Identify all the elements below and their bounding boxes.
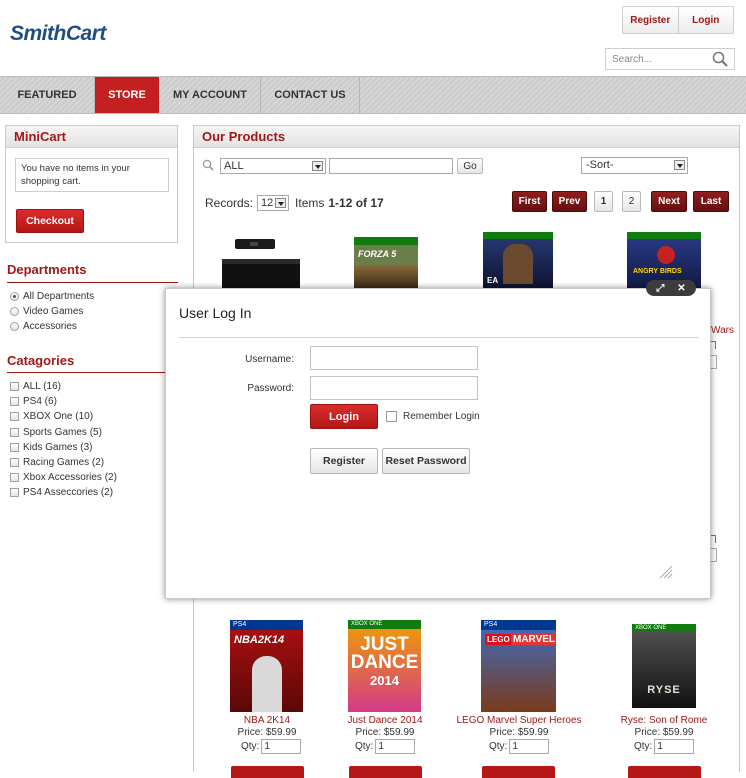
nav-contact-us[interactable]: CONTACT US xyxy=(262,77,358,113)
records-per-page-select[interactable]: 12 xyxy=(257,195,290,211)
add-to-cart-button[interactable] xyxy=(349,766,422,778)
records-control: Records: 12 Items 1-12 of 17 xyxy=(205,195,384,211)
chevron-down-icon xyxy=(312,161,323,171)
password-input[interactable] xyxy=(310,376,478,400)
qty-input[interactable]: 1 xyxy=(654,739,695,754)
product-image-ryse[interactable]: XBOX ONE RYSE xyxy=(632,624,696,708)
product-name[interactable]: NBA 2K14 xyxy=(202,715,332,726)
pager-page-1[interactable]: 1 xyxy=(594,191,613,212)
product-qty: Qty: 1 xyxy=(355,739,416,754)
category-all[interactable]: ALL (16) xyxy=(10,381,61,392)
product-image-madden[interactable]: EA xyxy=(483,232,553,288)
keyword-input[interactable] xyxy=(329,158,453,174)
minicart-empty-message: You have no items in your shopping cart. xyxy=(15,158,169,192)
product-image-forza-5[interactable]: FORZA 5 xyxy=(354,237,418,288)
login-link[interactable]: Login xyxy=(677,7,734,33)
minicart-panel: MiniCart You have no items in your shopp… xyxy=(5,125,178,243)
category-filter-select[interactable]: ALL xyxy=(220,158,326,174)
login-button[interactable]: Login xyxy=(310,404,378,429)
pager-first-button[interactable]: First xyxy=(512,191,547,212)
category-racing-games[interactable]: Racing Games (2) xyxy=(10,457,104,468)
account-links: Register Login xyxy=(622,6,734,34)
product-qty: Qty: 1 xyxy=(241,739,302,754)
add-to-cart-button[interactable] xyxy=(231,766,304,778)
departments-title: Departments xyxy=(7,262,87,277)
sort-select[interactable]: -Sort- xyxy=(581,157,688,174)
logo-smith-text: Smith xyxy=(10,22,66,45)
category-sports-games[interactable]: Sports Games (5) xyxy=(10,427,102,438)
category-ps4[interactable]: PS4 (6) xyxy=(10,396,57,407)
products-title: Our Products xyxy=(194,126,739,148)
product-image-nba-2k14[interactable]: PS4 NBA2K14 xyxy=(230,620,303,712)
pager-last-button[interactable]: Last xyxy=(693,191,729,212)
partial-product-name: Wars xyxy=(711,325,734,336)
resize-handle-icon[interactable] xyxy=(659,565,673,579)
expand-icon[interactable]: ⤢ xyxy=(656,283,664,294)
category-xbox-one[interactable]: XBOX One (10) xyxy=(10,411,93,422)
qty-input[interactable]: 1 xyxy=(261,739,302,754)
product-qty: Qty: 1 xyxy=(489,739,550,754)
product-image-lego-marvel[interactable]: PS4 LEGO MARVEL xyxy=(481,620,556,712)
password-label: Password: xyxy=(247,383,294,394)
modal-controls: ⤢ ✕ xyxy=(646,280,696,296)
username-input[interactable] xyxy=(310,346,478,370)
remember-login-checkbox[interactable] xyxy=(386,411,397,422)
qty-input[interactable]: 1 xyxy=(375,739,416,754)
product-qty: Qty: 1 xyxy=(634,739,695,754)
main-nav: FEATURED STORE MY ACCOUNT CONTACT US xyxy=(0,76,746,114)
login-modal: User Log In Username: Password: Login Re… xyxy=(165,288,711,599)
categories-title: Catagories xyxy=(7,353,75,368)
product-price: Price: $59.99 xyxy=(634,727,694,738)
department-all[interactable]: All Departments xyxy=(10,291,94,302)
minicart-title: MiniCart xyxy=(6,126,177,148)
product-name[interactable]: Just Dance 2014 xyxy=(320,715,450,726)
pager-prev-button[interactable]: Prev xyxy=(552,191,587,212)
go-button[interactable]: Go xyxy=(457,158,483,174)
logo-cart-text: Cart xyxy=(65,22,107,45)
nav-my-account[interactable]: MY ACCOUNT xyxy=(162,77,258,113)
qty-input[interactable]: 1 xyxy=(509,739,550,754)
product-price: Price: $59.99 xyxy=(237,727,297,738)
nav-featured[interactable]: FEATURED xyxy=(0,77,94,113)
product-image-just-dance-2014[interactable]: XBOX ONE JUST DANCE 2014 xyxy=(348,620,421,712)
search-icon[interactable] xyxy=(712,51,728,67)
category-ps4-accessories[interactable]: PS4 Asseccories (2) xyxy=(10,487,113,498)
close-icon[interactable]: ✕ xyxy=(677,283,685,294)
nav-store[interactable]: STORE xyxy=(95,77,159,113)
search-input[interactable]: Search... xyxy=(605,48,735,70)
category-kids-games[interactable]: Kids Games (3) xyxy=(10,442,92,453)
category-xbox-accessories[interactable]: Xbox Accessories (2) xyxy=(10,472,117,483)
site-logo[interactable]: SmithCart xyxy=(10,22,106,46)
add-to-cart-button[interactable] xyxy=(482,766,555,778)
radio-selected[interactable] xyxy=(10,292,19,301)
department-video-games[interactable]: Video Games xyxy=(10,306,83,317)
pager-page-2[interactable]: 2 xyxy=(622,191,641,212)
checkout-button[interactable]: Checkout xyxy=(16,209,84,233)
pager-next-button[interactable]: Next xyxy=(651,191,687,212)
filter-search-icon xyxy=(202,159,214,171)
product-price: Price: $59.99 xyxy=(355,727,415,738)
product-name[interactable]: Ryse: Son of Rome xyxy=(599,715,729,726)
product-name[interactable]: LEGO Marvel Super Heroes xyxy=(454,715,584,726)
reset-password-button[interactable]: Reset Password xyxy=(382,448,470,474)
register-button[interactable]: Register xyxy=(310,448,378,474)
chevron-down-icon xyxy=(674,160,685,170)
remember-login-label[interactable]: Remember Login xyxy=(403,411,480,422)
register-link[interactable]: Register xyxy=(623,7,678,33)
search-placeholder: Search... xyxy=(612,54,653,65)
product-price: Price: $59.99 xyxy=(489,727,549,738)
username-label: Username: xyxy=(245,354,294,365)
department-accessories[interactable]: Accessories xyxy=(10,321,77,332)
login-modal-title: User Log In xyxy=(179,305,252,321)
product-image-xbox-one-console[interactable] xyxy=(220,237,302,288)
chevron-down-icon xyxy=(275,198,287,208)
add-to-cart-button[interactable] xyxy=(628,766,701,778)
